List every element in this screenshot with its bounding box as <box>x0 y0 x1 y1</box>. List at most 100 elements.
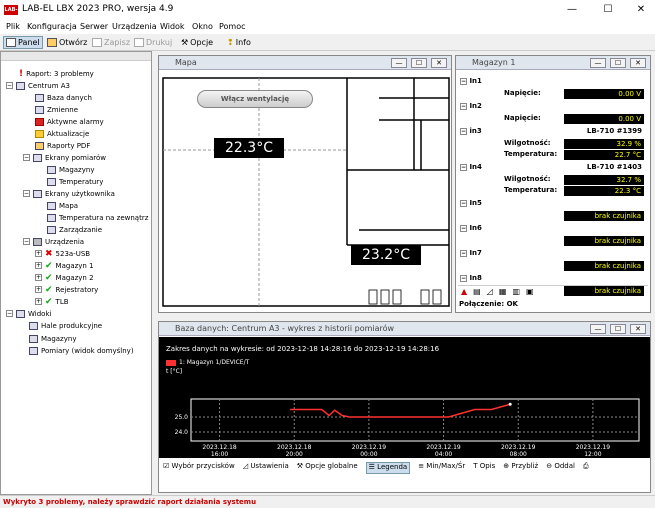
maximize-button[interactable]: ☐ <box>610 324 626 334</box>
collapse-icon[interactable]: − <box>23 154 30 161</box>
minmax-icon: ≡ <box>418 462 425 470</box>
expand-icon[interactable]: + <box>35 298 42 305</box>
expand-icon[interactable]: + <box>35 262 42 269</box>
menu-konfiguracja[interactable]: Konfiguracja <box>27 22 77 31</box>
tree-item-devices[interactable]: − Urządzenia <box>23 236 84 247</box>
report-icon[interactable]: ▣ <box>526 287 534 296</box>
panel-button[interactable]: Panel <box>3 36 43 49</box>
minmax-button[interactable]: ≡ Min/Max/Śr <box>418 462 465 474</box>
collapse-icon[interactable]: − <box>460 275 467 282</box>
tree-item-center[interactable]: − Centrum A3 <box>6 80 70 91</box>
minimize-button[interactable]: — <box>391 58 407 68</box>
close-button[interactable]: ✕ <box>630 58 646 68</box>
collapse-icon[interactable]: − <box>460 200 467 207</box>
chart-icon[interactable]: ◿ <box>487 287 493 296</box>
sensor-input-header[interactable]: − In6 <box>460 224 482 232</box>
collapse-icon[interactable]: − <box>6 310 13 317</box>
tree-item-temperatury[interactable]: Temperatury <box>47 176 103 187</box>
save-button[interactable]: Zapisz <box>92 36 130 49</box>
global-options-button[interactable]: ⚒ Opcje globalne <box>297 462 358 474</box>
tree-item-magazyny-view[interactable]: Magazyny <box>29 333 76 344</box>
menu-serwer[interactable]: Serwer <box>80 22 108 31</box>
list-icon[interactable]: ▤ <box>473 287 481 296</box>
fan-button[interactable]: Włącz wentylację <box>197 90 313 108</box>
view-icon <box>29 346 38 355</box>
menu-widok[interactable]: Widok <box>160 22 185 31</box>
zoom-in-button[interactable]: ⊕ Przybliż <box>503 462 538 474</box>
alarm-icon[interactable]: ▲ <box>461 287 467 296</box>
expand-icon[interactable]: + <box>35 274 42 281</box>
close-button[interactable]: ✕ <box>630 324 646 334</box>
description-button[interactable]: T Opis <box>473 462 495 474</box>
table-icon[interactable]: ▦ <box>499 287 507 296</box>
menu-plik[interactable]: Plik <box>6 22 20 31</box>
collapse-icon[interactable]: − <box>460 78 467 85</box>
tree-item-updates[interactable]: Aktualizacje <box>35 128 89 139</box>
sensor-input-header[interactable]: − In7 <box>460 249 482 257</box>
tree-item-tlb[interactable]: + ✔ TLB <box>35 296 69 307</box>
tree-item-variables[interactable]: Zmienne <box>35 104 78 115</box>
maximize-button[interactable]: ☐ <box>610 58 626 68</box>
tree-item-database[interactable]: Baza danych <box>35 92 92 103</box>
settings-button[interactable]: ◿ Ustawienia <box>243 462 289 474</box>
tree-item-523a[interactable]: + ✖ 523a-USB <box>35 248 90 259</box>
sensor-input-header[interactable]: − In5 <box>460 199 482 207</box>
info-button[interactable]: ❢ Info <box>227 36 251 49</box>
tree-item-default-view[interactable]: Pomiary (widok domyślny) <box>29 345 134 356</box>
sensor-value: 0.00 V <box>564 114 644 124</box>
tree-item-views[interactable]: − Widoki <box>6 308 51 319</box>
tree-item-magazyny[interactable]: Magazyny <box>47 164 94 175</box>
screen-icon <box>47 177 56 186</box>
collapse-icon[interactable]: − <box>23 238 30 245</box>
menu-okno[interactable]: Okno <box>192 22 213 31</box>
tree-item-mapa[interactable]: Mapa <box>47 200 78 211</box>
sensor-input-header[interactable]: − In2 <box>460 102 482 110</box>
sensor-input-header[interactable]: − In4 <box>460 163 482 171</box>
sensor-input-header[interactable]: − In1 <box>460 77 482 85</box>
tree-item-halls[interactable]: Hale produkcyjne <box>29 320 102 331</box>
minimize-button[interactable]: — <box>590 324 606 334</box>
app-logo: LAB-EL <box>4 5 18 23</box>
options-button[interactable]: ⚒ Opcje <box>181 36 213 49</box>
close-button[interactable]: ✕ <box>634 3 648 17</box>
sensor-input-header[interactable]: − in3 <box>460 127 482 135</box>
tree-item-management[interactable]: Zarządzanie <box>47 224 102 235</box>
maximize-button[interactable]: ☐ <box>601 3 615 17</box>
print-button[interactable]: Drukuj <box>134 36 172 49</box>
tree-item-magazyn2[interactable]: + ✔ Magazyn 2 <box>35 272 94 283</box>
tree-item-screens[interactable]: − Ekrany pomiarów <box>23 152 106 163</box>
tree-item-pdf[interactable]: Raporty PDF <box>35 140 90 151</box>
tree-item-magazyn1[interactable]: + ✔ Magazyn 1 <box>35 260 94 271</box>
legend-button[interactable]: ☰ Legenda <box>365 462 411 474</box>
collapse-icon[interactable]: − <box>460 103 467 110</box>
expand-icon[interactable]: + <box>35 286 42 293</box>
chart-toolbar: ☑ Wybór przycisków ◿ Ustawienia ⚒ Opcje … <box>159 460 650 476</box>
collapse-icon[interactable]: − <box>460 164 467 171</box>
collapse-icon[interactable]: − <box>460 225 467 232</box>
close-button[interactable]: ✕ <box>431 58 447 68</box>
book-icon[interactable]: ▥ <box>512 287 520 296</box>
collapse-icon[interactable]: − <box>23 190 30 197</box>
sensor-input-header[interactable]: − In8 <box>460 274 482 282</box>
collapse-icon[interactable]: − <box>460 250 467 257</box>
minimize-button[interactable]: — <box>590 58 606 68</box>
tree-item-recorders[interactable]: + ✔ Rejestratory <box>35 284 98 295</box>
collapse-icon[interactable]: − <box>460 128 467 135</box>
expand-icon[interactable]: + <box>35 250 42 257</box>
print-chart-button[interactable]: ⎙ <box>583 462 589 474</box>
zoom-out-button[interactable]: ⊖ Oddal <box>546 462 575 474</box>
sensor-value: brak czujnika <box>564 286 644 296</box>
select-buttons-button[interactable]: ☑ Wybór przycisków <box>163 462 235 474</box>
open-button[interactable]: Otwórz <box>47 36 87 49</box>
sensor-label: Napięcie: <box>504 114 541 122</box>
menu-urzadzenia[interactable]: Urządzenia <box>112 22 157 31</box>
pdf-icon <box>35 141 44 150</box>
tree-item-report[interactable]: ! Raport: 3 problemy <box>19 68 94 79</box>
tree-item-user-screens[interactable]: − Ekrany użytkownika <box>23 188 115 199</box>
collapse-icon[interactable]: − <box>6 82 13 89</box>
tree-item-outside-temp[interactable]: Temperatura na zewnątrz <box>47 212 148 223</box>
maximize-button[interactable]: ☐ <box>411 58 427 68</box>
minimize-button[interactable]: — <box>565 3 579 17</box>
tree-item-alarms[interactable]: Aktywne alarmy <box>35 116 104 127</box>
menu-pomoc[interactable]: Pomoc <box>219 22 246 31</box>
